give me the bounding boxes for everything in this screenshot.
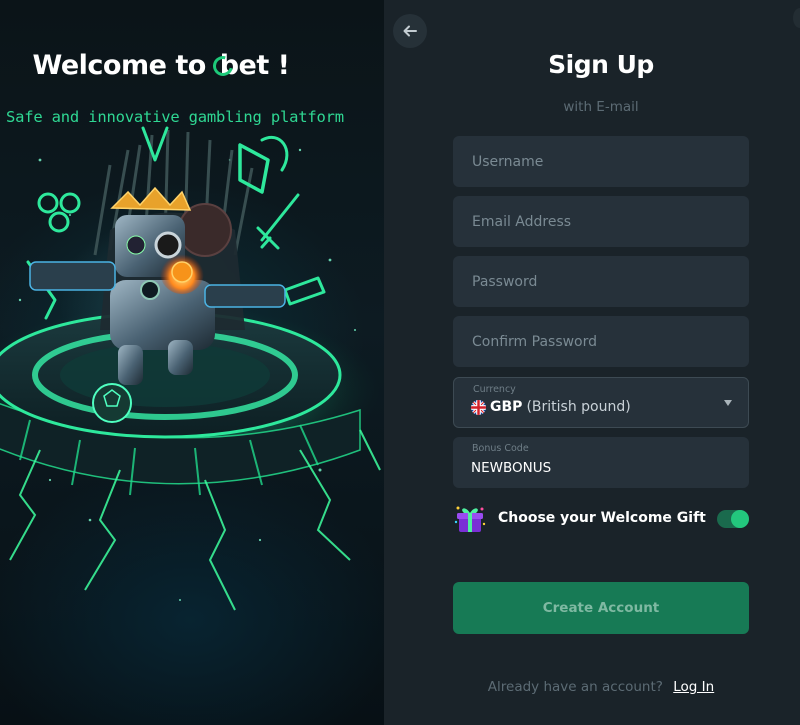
toggle-knob (731, 510, 749, 528)
promo-subtitle: Safe and innovative gambling platform (6, 108, 344, 126)
close-button-partial[interactable] (793, 8, 800, 28)
currency-value: GBP (British pound) (471, 399, 631, 415)
welcome-gift-toggle[interactable] (717, 510, 749, 528)
chevron-down-icon (724, 400, 732, 406)
login-link[interactable]: Log In (673, 679, 714, 695)
username-input[interactable] (453, 136, 749, 187)
arrow-left-icon (403, 25, 417, 37)
currency-name: (British pound) (526, 399, 631, 415)
brand-logo: bet (209, 50, 269, 81)
confirm-password-input[interactable] (453, 316, 749, 367)
gift-icon (454, 506, 486, 532)
email-input[interactable] (453, 196, 749, 247)
promo-title: Welcome to bet ! (0, 50, 322, 81)
signup-page: Welcome to bet ! Safe and innovative gam… (0, 0, 800, 725)
welcome-gift-row: Choose your Welcome Gift (453, 502, 749, 536)
currency-code: GBP (490, 399, 523, 415)
promo-title-prefix: Welcome to (32, 50, 207, 81)
form-title: Sign Up (548, 50, 654, 79)
currency-select[interactable]: Currency GBP (British pound) (453, 377, 749, 428)
promo-title-suffix: ! (277, 50, 290, 81)
login-prompt-text: Already have an account? (487, 679, 663, 695)
password-input[interactable] (453, 256, 749, 307)
login-prompt-row: Already have an account? Log In (453, 679, 749, 695)
promo-panel: Welcome to bet ! Safe and innovative gam… (0, 0, 384, 725)
soccer-ball (92, 383, 132, 423)
bonus-code-label: Bonus Code (472, 443, 529, 454)
form-subtitle: with E-mail (563, 99, 639, 115)
bonus-code-value: NEWBONUS (471, 460, 552, 476)
bonus-code-field[interactable]: Bonus Code NEWBONUS (453, 437, 749, 488)
uk-flag-icon (471, 399, 486, 415)
back-button[interactable] (393, 14, 427, 48)
create-account-button[interactable]: Create Account (453, 582, 749, 634)
welcome-gift-label: Choose your Welcome Gift (498, 510, 706, 526)
currency-label: Currency (473, 384, 516, 395)
